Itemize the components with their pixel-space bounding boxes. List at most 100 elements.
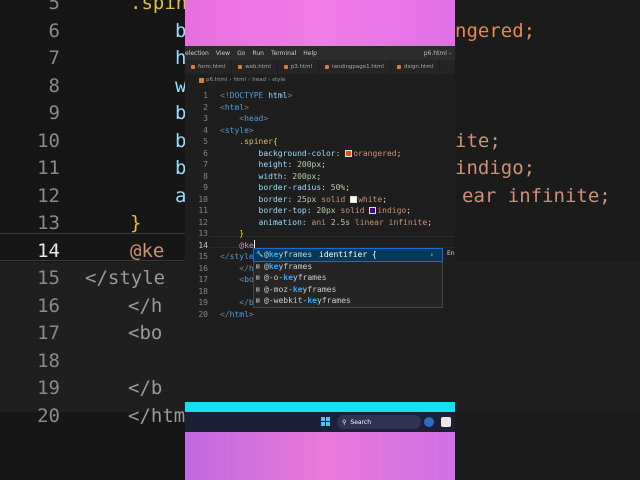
line-number: 19 <box>198 298 208 307</box>
taskbar-search[interactable]: ⚲ Search <box>337 415 421 429</box>
menu-item-terminal[interactable]: Terminal <box>271 50 296 57</box>
html-file-icon <box>325 65 330 69</box>
html-file-icon <box>283 65 288 69</box>
autocomplete-popup[interactable]: 🔧 @ ke yframes identifier {› ▤ @ ke yframes ▤ @-… <box>253 248 443 308</box>
search-icon: ⚲ <box>342 418 347 426</box>
snippet-icon: ▤ <box>256 274 260 282</box>
suggestion-match: ke <box>292 284 303 294</box>
menu-item-run[interactable]: Run <box>252 50 264 57</box>
suggestion-rest: yframes <box>317 296 351 306</box>
line-number: 15 <box>198 252 208 261</box>
suggestion-detail: identifier { <box>314 250 377 260</box>
line-number: 1 <box>203 91 208 100</box>
code-line[interactable]: 3 <head> <box>185 113 455 125</box>
code-line[interactable]: 7 height: 200px; <box>185 159 455 171</box>
line-text: <!DOCTYPE html> <box>220 91 293 100</box>
background-code-fragment: </b <box>128 377 163 399</box>
menu-item-go[interactable]: Go <box>237 50 245 57</box>
tab-landingpage1[interactable]: landingpage1.html <box>319 60 391 74</box>
background-line-number: 5 <box>48 0 60 14</box>
background-line-number: 11 <box>37 157 60 179</box>
tab-p3[interactable]: p3.html <box>278 60 320 74</box>
tab-dsign[interactable]: dsign.html <box>391 60 441 74</box>
html-file-icon <box>396 65 401 69</box>
line-text: border: 25px solid white; <box>258 194 388 204</box>
line-number: 20 <box>198 309 208 319</box>
background-line-number: 7 <box>48 47 60 69</box>
line-number: 8 <box>203 171 208 181</box>
suggestion-item[interactable]: ▤ @-webkit-ke yframes <box>254 295 442 307</box>
line-number: 13 <box>198 229 208 238</box>
background-suggest-right <box>455 262 640 412</box>
background-line-number: 16 <box>37 294 60 317</box>
code-line[interactable]: 20 </html> <box>185 309 455 321</box>
tab-form[interactable]: form.html <box>185 60 233 74</box>
background-line-number: 13 <box>37 212 60 234</box>
code-line[interactable]: 2 <html> <box>185 102 455 114</box>
menu-item-help[interactable]: Help <box>303 50 317 57</box>
code-line[interactable]: 4 <style> <box>185 125 455 137</box>
line-text: } <box>239 229 245 238</box>
background-code-fragment: ngered; <box>455 19 536 42</box>
menu-item-selection[interactable]: election <box>185 50 209 57</box>
suggestion-item[interactable]: 🔧 @ ke yframes identifier {› <box>253 248 443 262</box>
suggestion-item[interactable]: ▤ @-o-ke yframes <box>254 272 442 284</box>
background-gradient-top <box>185 0 455 46</box>
breadcrumb-file[interactable]: p6.html <box>206 77 227 83</box>
code-line[interactable]: 6 background-color: orangered; <box>185 148 455 160</box>
code-line[interactable]: 1 <!DOCTYPE html> <box>185 90 455 102</box>
line-text: </style <box>220 252 254 261</box>
suggestion-item[interactable]: ▤ @-moz-ke yframes <box>254 284 442 296</box>
code-line[interactable]: 12 animation: ani 2.5s linear infinite; <box>185 217 455 229</box>
line-number: 18 <box>198 286 208 296</box>
code-line[interactable]: 10 border: 25px solid white; <box>185 194 455 206</box>
code-line[interactable]: 5 .spiner{ <box>185 136 455 148</box>
taskbar: ⚲ Search <box>185 412 455 432</box>
line-text: background-color: orangered; <box>258 148 402 158</box>
line-text: </html> <box>220 309 254 319</box>
background-line-number: 18 <box>37 349 60 372</box>
chevron-right-icon: › <box>248 77 251 83</box>
background-line-number: 19 <box>37 377 60 399</box>
search-label: Search <box>350 418 372 426</box>
line-number: 3 <box>203 114 208 123</box>
background-code-fragment: ite; <box>455 129 501 152</box>
breadcrumb-style[interactable]: style <box>272 77 285 83</box>
background-line-number: 15 <box>37 267 60 289</box>
menu-item-view[interactable]: View <box>216 50 230 57</box>
menu-bar: election View Go Run Terminal Help p6.ht… <box>185 46 455 60</box>
line-number: 10 <box>198 194 208 204</box>
chevron-right-icon: › <box>229 77 232 83</box>
suggestion-rest: yframes <box>302 284 337 294</box>
line-number: 2 <box>203 102 208 112</box>
line-number: 9 <box>203 183 208 192</box>
tab-web[interactable]: web.html <box>232 60 278 74</box>
background-code-fragment: </h <box>128 294 163 317</box>
suggestion-item[interactable]: ▤ @ ke yframes <box>254 261 442 273</box>
html-file-icon <box>191 65 195 69</box>
background-code-fragment: @ke <box>130 239 165 262</box>
breadcrumb-html[interactable]: html <box>233 77 246 83</box>
code-line[interactable]: 9 border-radius: 50%; <box>185 182 455 194</box>
suggestion-prefix: @-moz- <box>264 284 293 294</box>
html-file-icon <box>238 65 243 69</box>
code-line[interactable]: 11 border-top: 20px solid indigo; <box>185 205 455 217</box>
window-title: p6.html - <box>423 49 451 57</box>
suggestion-match: ke <box>283 273 293 283</box>
line-text: border-radius: 50%; <box>258 183 351 192</box>
line-text: height: 200px; <box>258 160 326 169</box>
background-line-number: 6 <box>48 19 60 42</box>
windows-start-icon[interactable] <box>321 417 331 427</box>
breadcrumb-head[interactable]: head <box>252 77 266 83</box>
code-line[interactable]: 13 } <box>185 228 455 240</box>
line-text: <head> <box>239 114 269 123</box>
app-window-icon[interactable] <box>441 417 451 427</box>
language-indicator: En <box>447 250 455 257</box>
line-number: 11 <box>198 206 208 215</box>
code-line[interactable]: 8 width: 200px; <box>185 171 455 183</box>
background-code-fragment: ear infinite; <box>462 184 611 207</box>
line-number: 16 <box>198 263 208 273</box>
background-code-fragment: <bo <box>128 322 163 344</box>
expand-details-icon[interactable]: › <box>430 251 438 259</box>
app-icon[interactable] <box>424 417 434 427</box>
